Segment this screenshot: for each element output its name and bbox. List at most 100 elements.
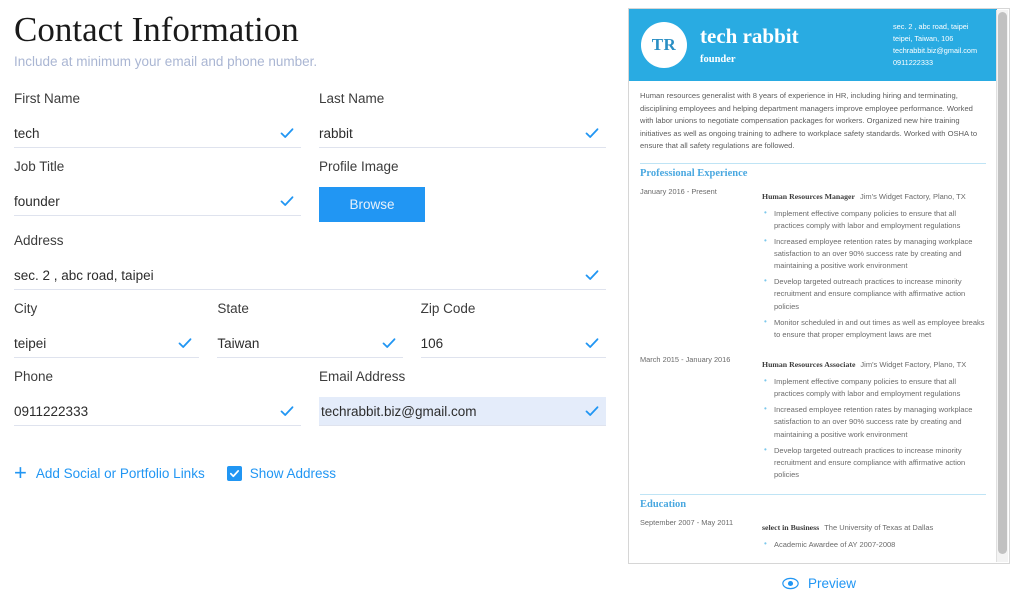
phone-label: Phone: [14, 369, 54, 385]
profile-image-label: Profile Image: [319, 159, 399, 175]
phone-input[interactable]: [14, 403, 273, 419]
education-details: select in Business The University of Texa…: [762, 517, 986, 555]
field-address: Address: [14, 233, 606, 291]
section-divider: [640, 162, 986, 164]
resume-summary: Human resources generalist with 8 years …: [640, 91, 978, 151]
experience-bullets: Implement effective company policies to …: [762, 207, 986, 341]
valid-check-icon: [584, 267, 600, 283]
section-divider: [640, 494, 986, 496]
experience-date: January 2016 - Present: [640, 186, 717, 196]
experience-date: March 2015 - January 2016: [640, 354, 731, 364]
section-title-education: Education: [640, 499, 687, 511]
page-subtitle: Include at minimum your email and phone …: [14, 54, 318, 70]
city-label: City: [14, 301, 38, 317]
bullet-item: Implement effective company policies to …: [762, 375, 986, 400]
field-last-name: Last Name: [319, 91, 606, 149]
resume-role: founder: [700, 54, 736, 66]
zip-code-label: Zip Code: [420, 301, 476, 317]
zip-code-input[interactable]: [420, 335, 578, 351]
preview-button[interactable]: Preview: [808, 576, 856, 591]
education-school: The University of Texas at Dallas: [824, 523, 934, 533]
field-zip-code: Zip Code: [420, 301, 606, 359]
experience-role: Human Resources Manager: [762, 191, 855, 201]
resume-preview-panel: TR tech rabbit founder sec. 2 , abc road…: [628, 8, 1010, 564]
job-title-input[interactable]: [14, 193, 273, 209]
experience-org: Jim's Widget Factory, Plano, TX: [860, 359, 967, 369]
first-name-label: First Name: [14, 91, 81, 107]
show-address-toggle[interactable]: Show Address: [226, 465, 337, 481]
address-input[interactable]: [14, 267, 578, 283]
bullet-item: Monitor scheduled in and out times as we…: [762, 316, 986, 341]
add-social-links-button[interactable]: + Add Social or Portfolio Links: [14, 462, 205, 484]
last-name-label: Last Name: [319, 91, 385, 107]
resume-header: TR tech rabbit founder sec. 2 , abc road…: [629, 9, 997, 81]
resume-name: tech rabbit: [700, 23, 799, 48]
address-label: Address: [14, 233, 64, 249]
page-title: Contact Information: [14, 10, 299, 49]
experience-entry: January 2016 - Present Human Resources M…: [640, 186, 986, 345]
last-name-input[interactable]: [319, 125, 578, 141]
field-city: City: [14, 301, 200, 359]
name-row: First Name Last Name: [14, 91, 606, 149]
bullet-item: Implement effective company policies to …: [762, 207, 986, 232]
city-state-zip-row: City State Zip Code: [14, 301, 606, 359]
valid-check-icon: [177, 335, 193, 351]
form-bottom-actions: + Add Social or Portfolio Links Show Add…: [14, 462, 606, 484]
job-title-label: Job Title: [14, 159, 65, 175]
resume-contact-block: sec. 2 , abc road, taipei teipei, Taiwan…: [893, 21, 987, 69]
phone-email-row: Phone Email Address: [14, 369, 606, 427]
scrollbar-thumb[interactable]: [998, 12, 1007, 554]
preview-bar: Preview: [628, 568, 1010, 598]
plus-icon: +: [14, 460, 27, 486]
education-date: September 2007 - May 2011: [640, 518, 734, 528]
avatar: TR: [641, 22, 687, 68]
phone-input-wrap[interactable]: [14, 397, 301, 427]
experience-details: Human Resources Manager Jim's Widget Fact…: [762, 186, 986, 345]
show-address-checkbox[interactable]: [226, 465, 242, 481]
add-social-links-label: Add Social or Portfolio Links: [35, 465, 205, 481]
first-name-input-wrap[interactable]: [14, 119, 301, 149]
bullet-item: Develop targeted outreach practices to i…: [762, 444, 986, 481]
city-input-wrap[interactable]: [14, 329, 200, 359]
field-phone: Phone: [14, 369, 301, 427]
show-address-label: Show Address: [249, 465, 337, 481]
valid-check-icon: [584, 403, 600, 419]
resume-scrollbar[interactable]: [996, 10, 1008, 562]
bullet-item: Increased employee retention rates by ma…: [762, 235, 986, 272]
contact-email: techrabbit.biz@gmail.com: [893, 46, 978, 55]
job-title-input-wrap[interactable]: [14, 187, 301, 217]
education-entry: September 2007 - May 2011 select in Busi…: [640, 517, 986, 555]
section-title-experience: Professional Experience: [640, 167, 748, 179]
contact-form-panel: Contact Information Include at minimum y…: [0, 0, 620, 606]
bullet-item: Academic Awardee of AY 2007-2008: [762, 538, 986, 551]
first-name-input[interactable]: [14, 125, 273, 141]
field-email: Email Address: [319, 369, 606, 427]
city-input[interactable]: [14, 335, 172, 351]
experience-heading: Human Resources Manager Jim's Widget Fact…: [762, 186, 986, 204]
education-degree: select in Business: [762, 523, 820, 533]
email-input[interactable]: [321, 403, 578, 419]
zip-code-input-wrap[interactable]: [420, 329, 606, 359]
experience-role: Human Resources Associate: [762, 359, 856, 369]
valid-check-icon: [279, 403, 295, 419]
address-input-wrap[interactable]: [14, 261, 606, 291]
contact-address: sec. 2 , abc road, taipei: [893, 21, 969, 31]
experience-org: Jim's Widget Factory, Plano, TX: [859, 191, 966, 201]
field-first-name: First Name: [14, 91, 301, 149]
contact-city-state-zip: teipei, Taiwan, 106: [893, 33, 954, 43]
state-input[interactable]: [217, 335, 375, 351]
contact-information-editor: Contact Information Include at minimum y…: [0, 0, 1024, 606]
field-state: State: [217, 301, 403, 359]
email-input-wrap[interactable]: [319, 397, 606, 427]
state-input-wrap[interactable]: [217, 329, 403, 359]
bullet-item: Develop targeted outreach practices to i…: [762, 275, 986, 312]
browse-button[interactable]: Browse: [319, 187, 425, 223]
bullet-item: Increased employee retention rates by ma…: [762, 403, 986, 440]
experience-heading: Human Resources Associate Jim's Widget Fa…: [762, 354, 986, 372]
experience-bullets: Implement effective company policies to …: [762, 375, 986, 481]
resume-document: TR tech rabbit founder sec. 2 , abc road…: [629, 9, 997, 563]
state-label: State: [217, 301, 249, 317]
eye-icon: [782, 577, 799, 590]
last-name-input-wrap[interactable]: [319, 119, 606, 149]
resume-body: Human resources generalist with 8 years …: [629, 81, 997, 563]
